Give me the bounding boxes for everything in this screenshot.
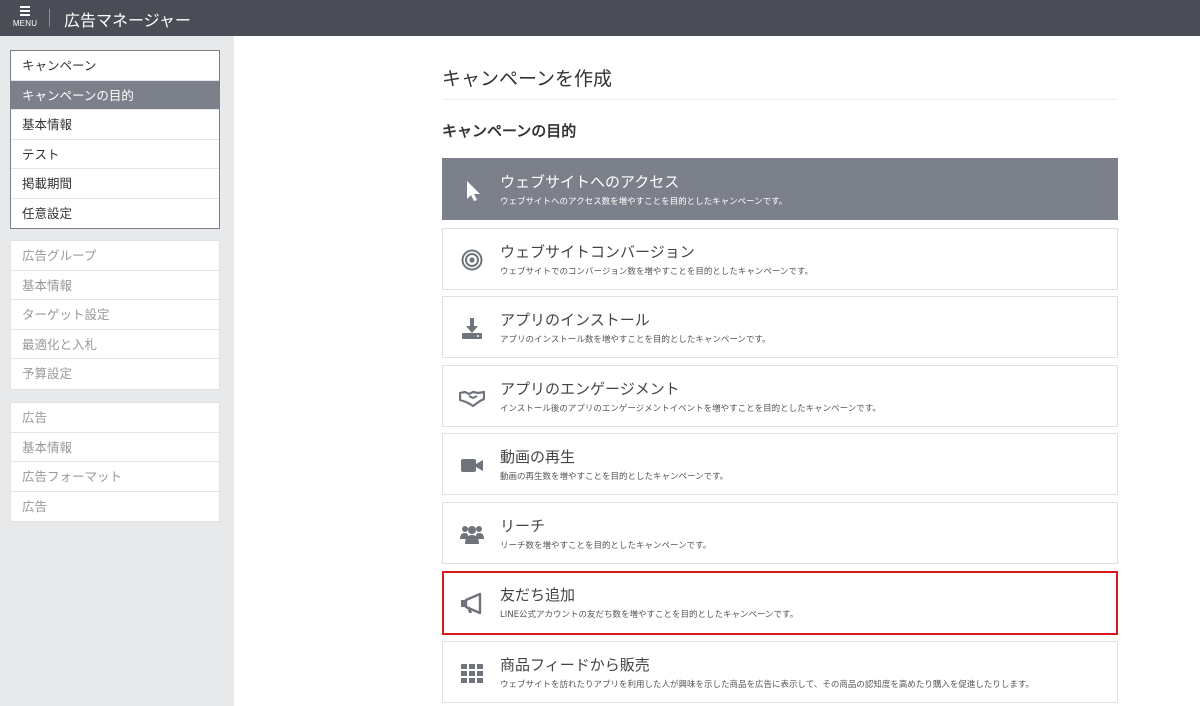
nav-item-adgroup-budget[interactable]: 予算設定 — [11, 359, 219, 389]
objective-title: ウェブサイトコンバージョン — [500, 243, 695, 261]
objective-description: ウェブサイトへのアクセス数を増やすことを目的としたキャンペーンです。 — [500, 197, 788, 207]
megaphone-icon — [459, 590, 485, 616]
objective-title: ウェブサイトへのアクセス — [500, 173, 680, 191]
objective-title: 商品フィードから販売 — [500, 656, 650, 674]
nav-group-ad: 広告 基本情報 広告フォーマット 広告 — [10, 402, 220, 522]
target-icon — [459, 247, 485, 273]
objective-title: リーチ — [500, 517, 546, 535]
handshake-icon — [459, 384, 485, 410]
section-title: キャンペーンの目的 — [442, 122, 577, 140]
nav-item-adgroup-targeting[interactable]: ターゲット設定 — [11, 300, 219, 330]
objective-description: LINE公式アカウントの友だち数を増やすことを目的としたキャンペーンです。 — [500, 610, 799, 620]
nav-item-adgroup-bidding[interactable]: 最適化と入札 — [11, 330, 219, 359]
nav-item-ad-format[interactable]: 広告フォーマット — [11, 462, 219, 492]
objective-app-install[interactable]: アプリのインストール アプリのインストール数を増やすことを目的としたキャンペーン… — [442, 296, 1118, 358]
download-icon — [459, 315, 485, 341]
nav-item-adgroup[interactable]: 広告グループ — [11, 241, 219, 271]
menu-label: MENU — [12, 19, 38, 28]
objective-title: アプリのインストール — [500, 311, 650, 329]
nav-item-ad-ads[interactable]: 広告 — [11, 492, 219, 522]
nav-item-adgroup-basic-info[interactable]: 基本情報 — [11, 271, 219, 300]
users-icon — [459, 521, 485, 547]
menu-button[interactable]: MENU — [9, 3, 41, 33]
objective-description: ウェブサイトを訪れたりアプリを利用した人が興味を示した商品を広告に表示して、その… — [500, 680, 1034, 690]
hamburger-icon — [20, 6, 30, 16]
objective-description: リーチ数を増やすことを目的としたキャンペーンです。 — [500, 541, 712, 551]
grid-icon — [459, 660, 485, 686]
objective-title: 友だち追加 — [500, 586, 576, 604]
nav-group-campaign: キャンペーン キャンペーンの目的 基本情報 テスト 掲載期間 任意設定 — [10, 50, 220, 229]
objective-description: ウェブサイトでのコンバージョン数を増やすことを目的としたキャンペーンです。 — [500, 267, 814, 277]
cursor-icon — [459, 177, 485, 203]
top-bar: MENU 広告マネージャー — [0, 0, 1200, 36]
sidebar: キャンペーン キャンペーンの目的 基本情報 テスト 掲載期間 任意設定 広告グル… — [0, 36, 234, 706]
objective-video-views[interactable]: 動画の再生 動画の再生数を増やすことを目的としたキャンペーンです。 — [442, 433, 1118, 495]
page-title: キャンペーンを作成 — [442, 68, 613, 90]
objective-website-conversion[interactable]: ウェブサイトコンバージョン ウェブサイトでのコンバージョン数を増やすことを目的と… — [442, 228, 1118, 290]
objective-app-engagement[interactable]: アプリのエンゲージメント インストール後のアプリのエンゲージメントイベントを増や… — [442, 365, 1118, 427]
nav-item-campaign-optional[interactable]: 任意設定 — [11, 199, 219, 229]
nav-item-ad-basic-info[interactable]: 基本情報 — [11, 433, 219, 462]
nav-item-ad[interactable]: 広告 — [11, 403, 219, 433]
objective-title: 動画の再生 — [500, 448, 576, 466]
objective-reach[interactable]: リーチ リーチ数を増やすことを目的としたキャンペーンです。 — [442, 502, 1118, 564]
nav-group-adgroup: 広告グループ 基本情報 ターゲット設定 最適化と入札 予算設定 — [10, 240, 220, 390]
title-divider — [442, 99, 1118, 100]
nav-item-campaign-test[interactable]: テスト — [11, 140, 219, 169]
app-title: 広告マネージャー — [64, 11, 191, 30]
objective-website-access[interactable]: ウェブサイトへのアクセス ウェブサイトへのアクセス数を増やすことを目的としたキャ… — [442, 158, 1118, 220]
objective-catalog-sales[interactable]: 商品フィードから販売 ウェブサイトを訪れたりアプリを利用した人が興味を示した商品… — [442, 641, 1118, 703]
nav-item-campaign[interactable]: キャンペーン — [11, 51, 219, 81]
objective-description: インストール後のアプリのエンゲージメントイベントを増やすことを目的としたキャンペ… — [500, 404, 881, 414]
objective-add-friends[interactable]: 友だち追加 LINE公式アカウントの友だち数を増やすことを目的としたキャンペーン… — [442, 571, 1118, 635]
topbar-divider — [49, 9, 50, 27]
nav-item-campaign-schedule[interactable]: 掲載期間 — [11, 169, 219, 199]
nav-item-campaign-objective[interactable]: キャンペーンの目的 — [11, 80, 219, 110]
objective-description: アプリのインストール数を増やすことを目的としたキャンペーンです。 — [500, 335, 771, 345]
video-camera-icon — [459, 452, 485, 478]
nav-item-campaign-basic-info[interactable]: 基本情報 — [11, 110, 219, 140]
objective-title: アプリのエンゲージメント — [500, 380, 680, 398]
objective-description: 動画の再生数を増やすことを目的としたキャンペーンです。 — [500, 472, 729, 482]
